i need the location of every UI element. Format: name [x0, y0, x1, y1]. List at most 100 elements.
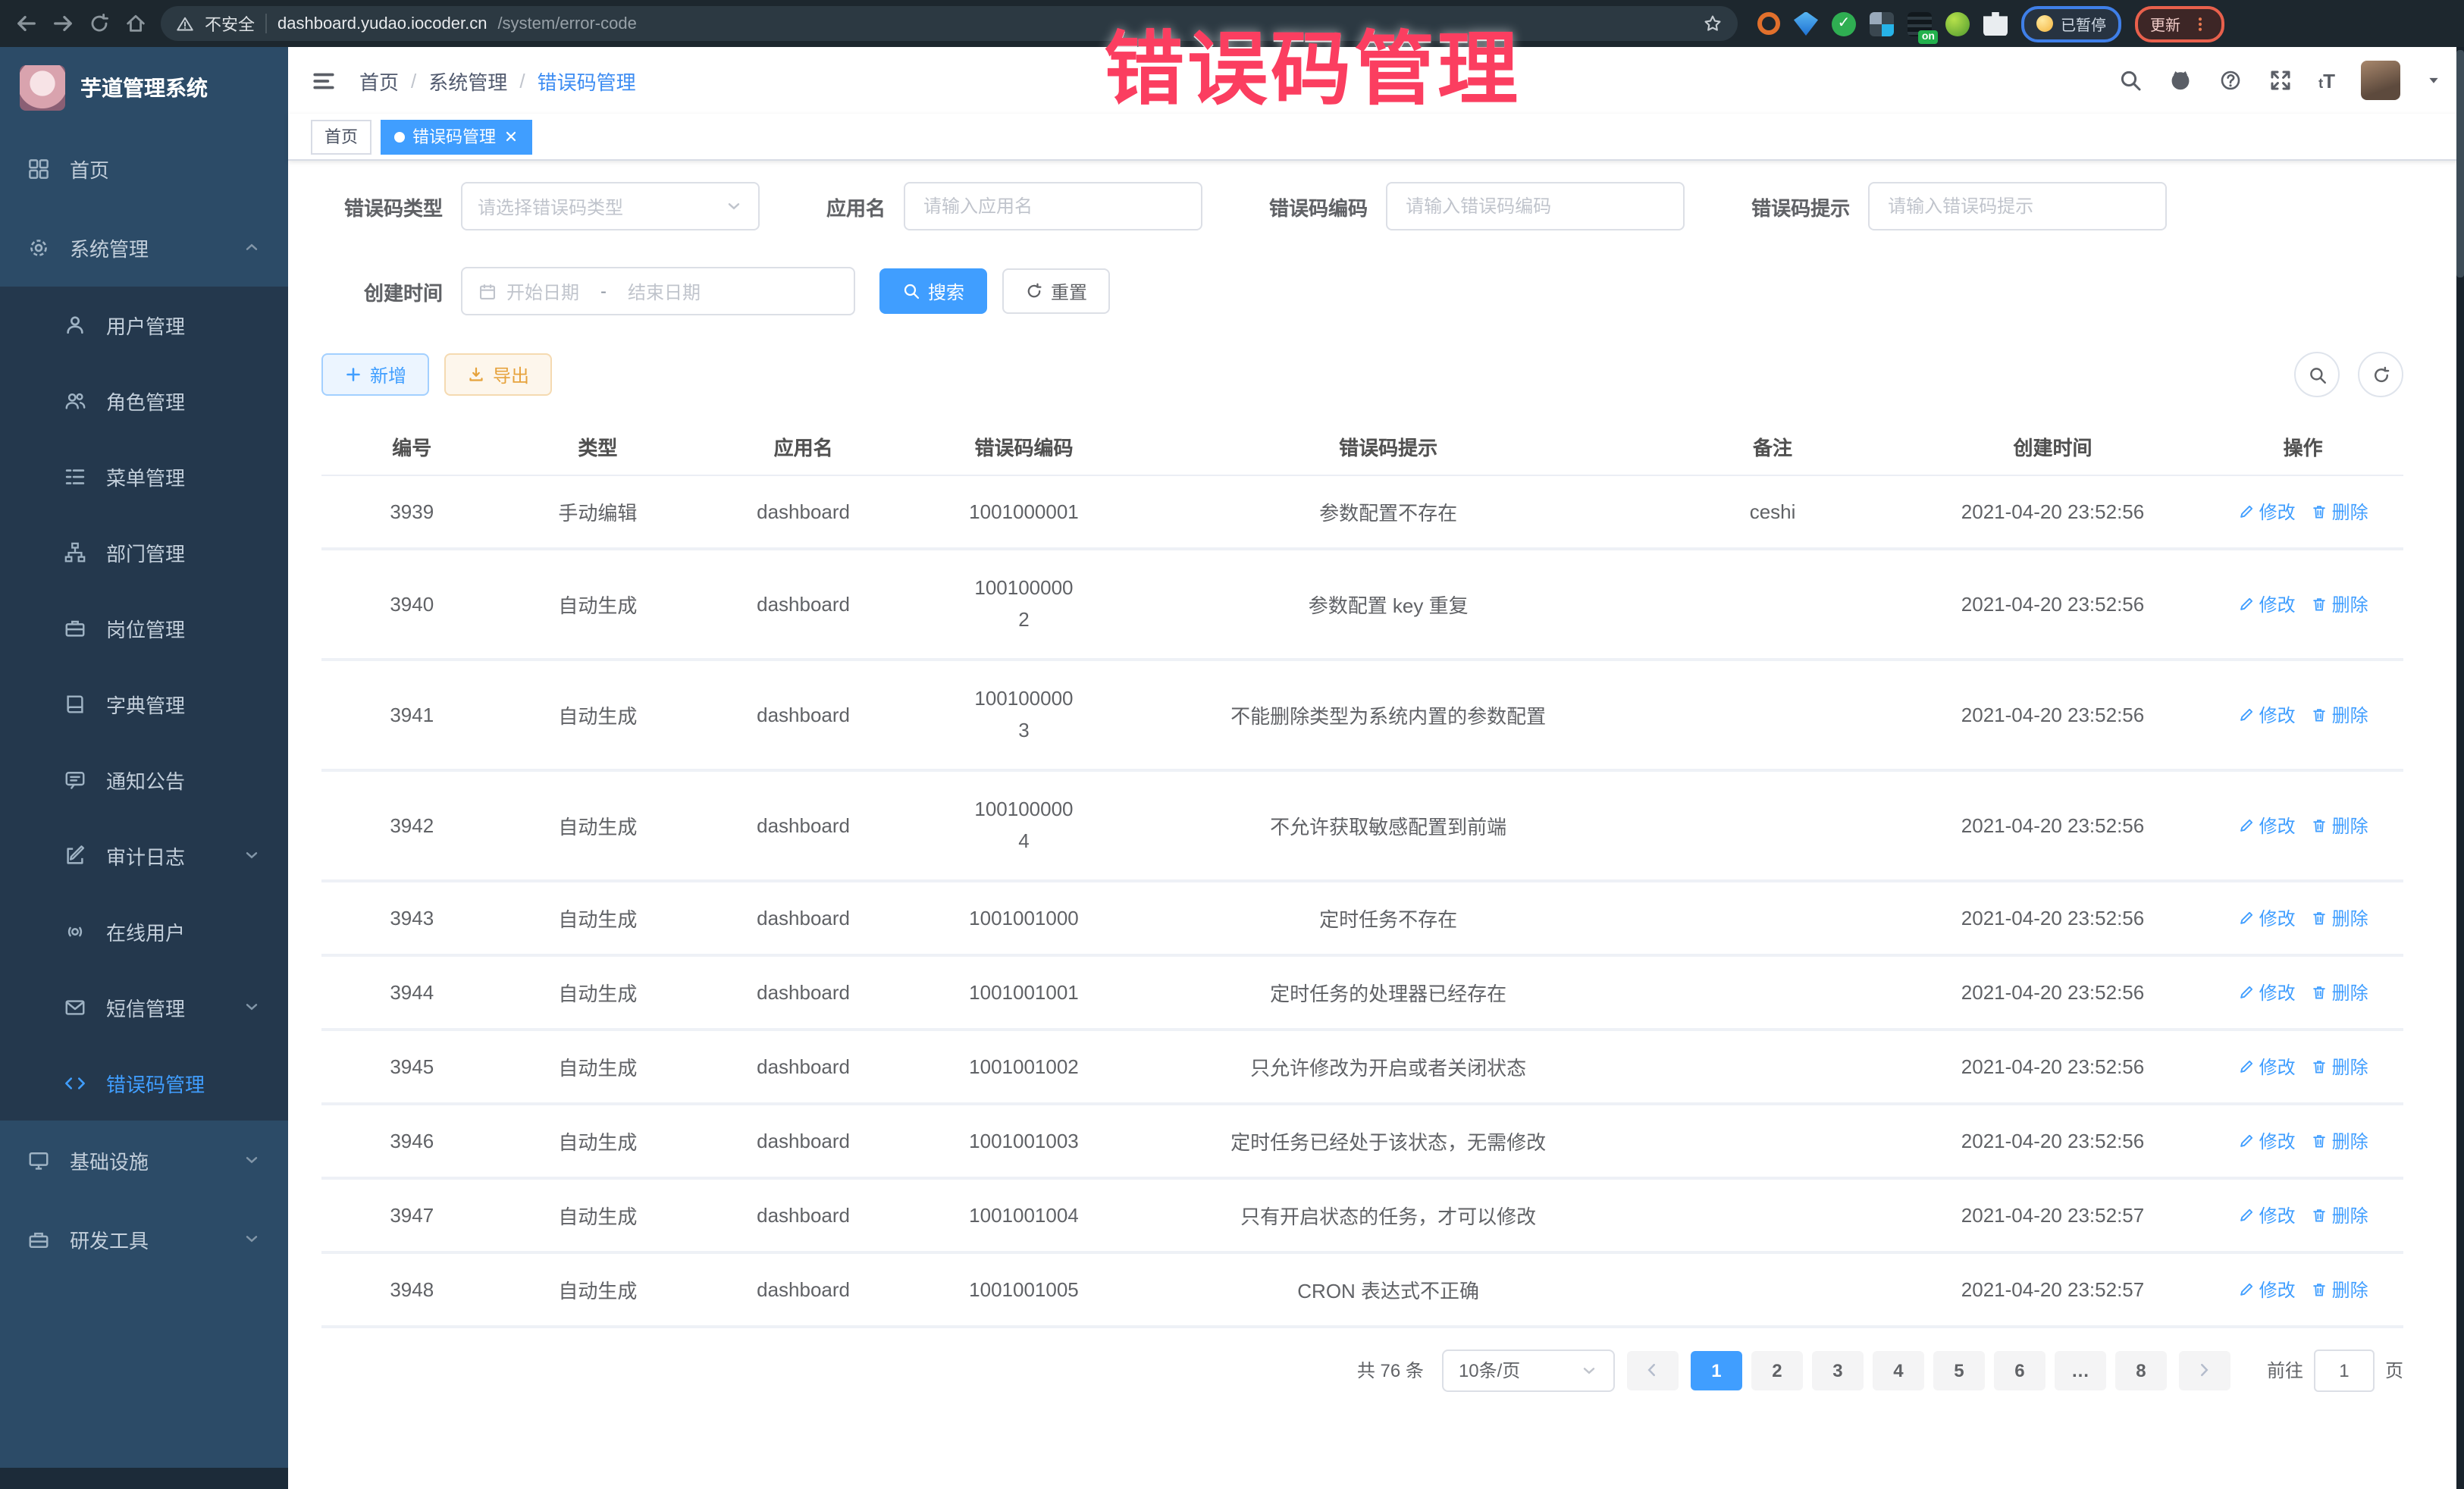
sidebar-item[interactable]: 部门管理: [0, 514, 288, 590]
table-row[interactable]: 3944自动生成dashboard1001001001定时任务的处理器已经存在2…: [321, 956, 2403, 1030]
page-button[interactable]: 1: [1691, 1350, 1742, 1390]
edit-link[interactable]: 修改: [2238, 1276, 2296, 1302]
sidebar-item[interactable]: 岗位管理: [0, 590, 288, 666]
sidebar-item[interactable]: 通知公告: [0, 741, 288, 817]
error-hint-field[interactable]: [1868, 182, 2167, 230]
delete-link[interactable]: 删除: [2311, 591, 2368, 617]
edit-link[interactable]: 修改: [2238, 499, 2296, 525]
extension-icon[interactable]: [1794, 11, 1818, 36]
delete-link[interactable]: 删除: [2311, 1276, 2368, 1302]
delete-link[interactable]: 删除: [2311, 1202, 2368, 1227]
next-page-button[interactable]: [2179, 1350, 2230, 1390]
help-icon[interactable]: [2218, 68, 2243, 92]
page-button[interactable]: 4: [1873, 1350, 1924, 1390]
edit-link[interactable]: 修改: [2238, 1127, 2296, 1153]
delete-link[interactable]: 删除: [2311, 702, 2368, 728]
add-button[interactable]: 新增: [321, 353, 429, 396]
search-button[interactable]: 搜索: [879, 268, 987, 314]
error-code-input[interactable]: [1403, 194, 1668, 218]
font-size-icon[interactable]: tT: [2318, 69, 2335, 92]
extension-icon[interactable]: [1945, 11, 1970, 36]
edit-link[interactable]: 修改: [2238, 591, 2296, 617]
extension-icon[interactable]: [1870, 11, 1894, 36]
sidebar-item[interactable]: 首页: [0, 129, 288, 208]
delete-link[interactable]: 删除: [2311, 1053, 2368, 1079]
avatar-caret-icon[interactable]: [2426, 73, 2441, 88]
breadcrumb-system[interactable]: 系统管理: [428, 66, 507, 95]
sidebar-item-active[interactable]: 错误码管理: [0, 1045, 288, 1121]
delete-link[interactable]: 删除: [2311, 904, 2368, 930]
sidebar-item[interactable]: 用户管理: [0, 287, 288, 362]
extension-icon[interactable]: [1757, 12, 1780, 35]
page-button[interactable]: 2: [1751, 1350, 1803, 1390]
table-row[interactable]: 3941自动生成dashboard1001000003不能删除类型为系统内置的参…: [321, 661, 2403, 772]
back-icon[interactable]: [15, 12, 38, 35]
page-button[interactable]: 8: [2115, 1350, 2167, 1390]
delete-link[interactable]: 删除: [2311, 1127, 2368, 1153]
export-button[interactable]: 导出: [444, 353, 552, 396]
forward-icon[interactable]: [52, 12, 74, 35]
page-ellipsis[interactable]: …: [2055, 1350, 2106, 1390]
hamburger-icon[interactable]: [311, 67, 337, 93]
app-name-input[interactable]: [920, 194, 1186, 218]
error-code-field[interactable]: [1386, 182, 1685, 230]
tab-home[interactable]: 首页: [311, 119, 371, 154]
refresh-table-button[interactable]: [2358, 352, 2403, 397]
tab-close-icon[interactable]: [503, 129, 519, 144]
fullscreen-icon[interactable]: [2268, 68, 2293, 92]
sidebar-item[interactable]: 菜单管理: [0, 438, 288, 514]
error-type-select[interactable]: 请选择错误码类型: [461, 182, 760, 230]
tab-error-code[interactable]: 错误码管理: [381, 119, 532, 154]
paused-badge[interactable]: 已暂停: [2021, 5, 2121, 42]
edit-link[interactable]: 修改: [2238, 702, 2296, 728]
reset-button[interactable]: 重置: [1002, 268, 1110, 314]
sidebar-item[interactable]: 基础设施: [0, 1121, 288, 1199]
extension-icon[interactable]: ✓: [1832, 11, 1856, 36]
header-search-icon[interactable]: [2118, 68, 2143, 92]
table-row[interactable]: 3943自动生成dashboard1001001000定时任务不存在2021-0…: [321, 882, 2403, 956]
update-button[interactable]: 更新: [2135, 5, 2224, 42]
edit-link[interactable]: 修改: [2238, 979, 2296, 1005]
app-name-field[interactable]: [904, 182, 1202, 230]
table-row[interactable]: 3948自动生成dashboard1001001005CRON 表达式不正确20…: [321, 1253, 2403, 1328]
extension-icon[interactable]: on: [1908, 11, 1932, 36]
date-range-picker[interactable]: 开始日期 - 结束日期: [461, 267, 855, 315]
user-avatar[interactable]: [2361, 61, 2400, 100]
page-size-select[interactable]: 10条/页: [1442, 1349, 1615, 1391]
sidebar-item[interactable]: 在线用户: [0, 893, 288, 969]
page-button[interactable]: 6: [1994, 1350, 2045, 1390]
home-icon[interactable]: [124, 12, 147, 35]
table-row[interactable]: 3946自动生成dashboard1001001003定时任务已经处于该状态，无…: [321, 1105, 2403, 1179]
page-button[interactable]: 5: [1933, 1350, 1985, 1390]
delete-link[interactable]: 删除: [2311, 812, 2368, 838]
show-search-button[interactable]: [2294, 352, 2340, 397]
page-button[interactable]: 3: [1812, 1350, 1864, 1390]
sidebar-item[interactable]: 系统管理: [0, 208, 288, 287]
sidebar-item[interactable]: 角色管理: [0, 362, 288, 438]
sidebar-item[interactable]: 审计日志: [0, 817, 288, 893]
window-scrollbar[interactable]: [2456, 47, 2464, 1489]
edit-link[interactable]: 修改: [2238, 904, 2296, 930]
sidebar-item[interactable]: 字典管理: [0, 666, 288, 741]
table-row[interactable]: 3940自动生成dashboard1001000002参数配置 key 重复20…: [321, 550, 2403, 661]
github-icon[interactable]: [2168, 68, 2193, 92]
table-row[interactable]: 3939手动编辑dashboard1001000001参数配置不存在ceshi2…: [321, 476, 2403, 550]
delete-link[interactable]: 删除: [2311, 499, 2368, 525]
reload-icon[interactable]: [88, 12, 111, 35]
breadcrumb-home[interactable]: 首页: [359, 66, 399, 95]
edit-link[interactable]: 修改: [2238, 1202, 2296, 1227]
table-row[interactable]: 3945自动生成dashboard1001001002只允许修改为开启或者关闭状…: [321, 1030, 2403, 1105]
bookmark-star-icon[interactable]: [1703, 14, 1723, 33]
edit-link[interactable]: 修改: [2238, 812, 2296, 838]
sidebar-item[interactable]: 短信管理: [0, 969, 288, 1045]
edit-link[interactable]: 修改: [2238, 1053, 2296, 1079]
sidebar-item[interactable]: 研发工具: [0, 1199, 288, 1278]
extensions-puzzle-icon[interactable]: [1983, 11, 2008, 36]
delete-link[interactable]: 删除: [2311, 979, 2368, 1005]
error-hint-input[interactable]: [1885, 194, 2150, 218]
goto-page-input[interactable]: [2314, 1349, 2375, 1391]
prev-page-button[interactable]: [1627, 1350, 1679, 1390]
table-row[interactable]: 3947自动生成dashboard1001001004只有开启状态的任务，才可以…: [321, 1179, 2403, 1253]
table-row[interactable]: 3942自动生成dashboard1001000004不允许获取敏感配置到前端2…: [321, 772, 2403, 882]
browser-menu-icon[interactable]: [2191, 14, 2209, 33]
